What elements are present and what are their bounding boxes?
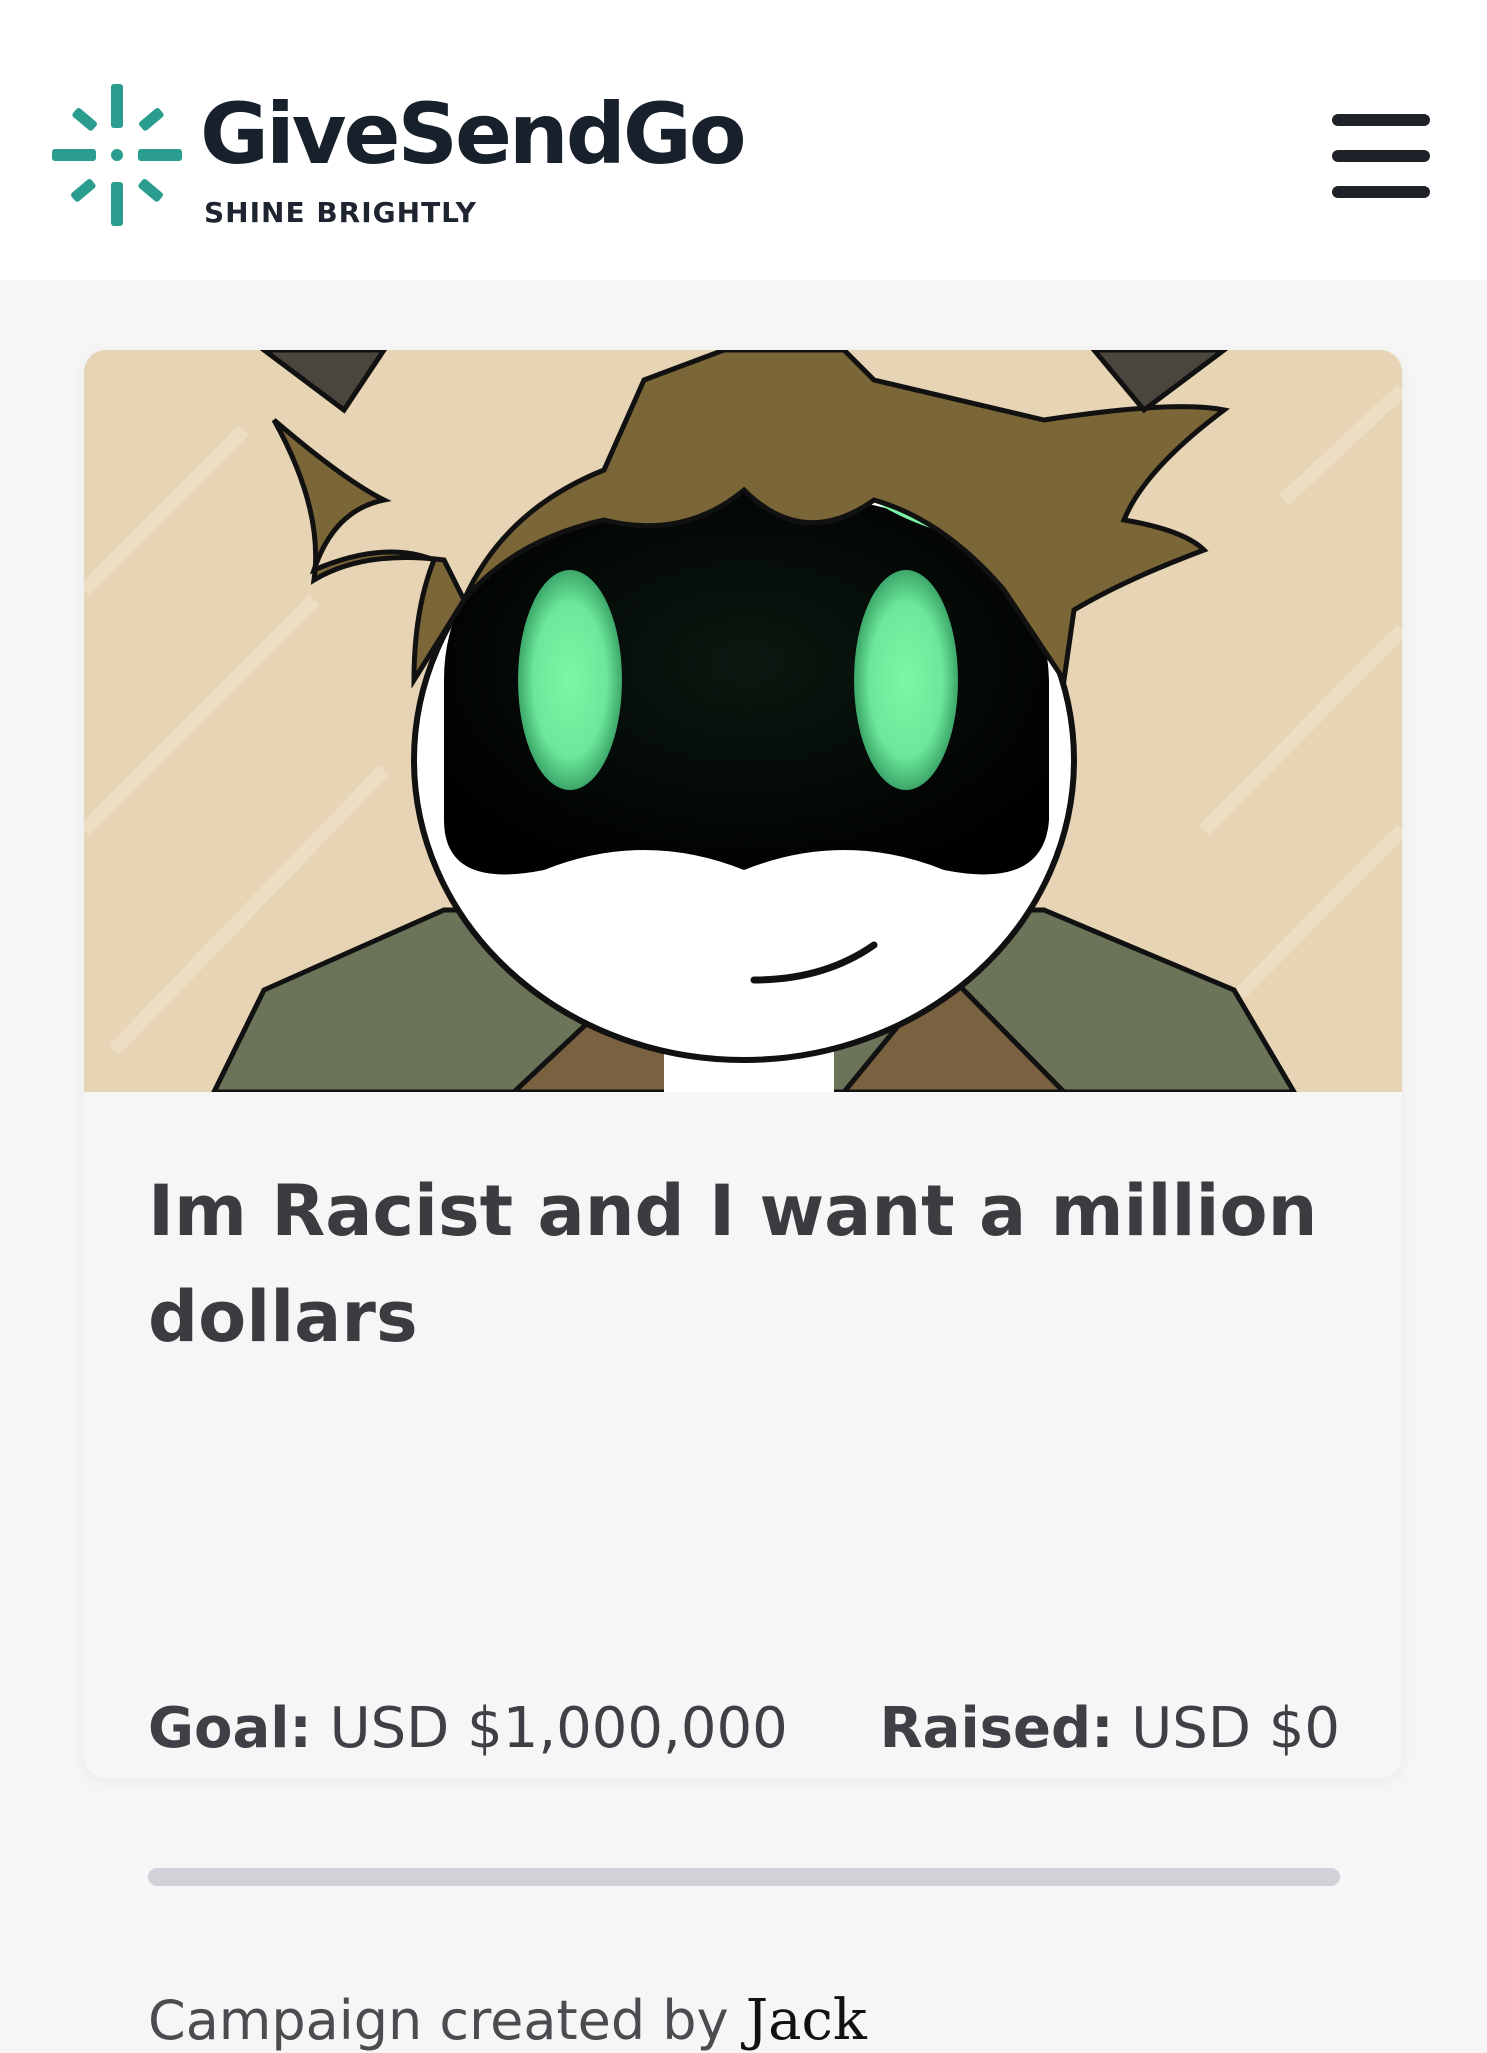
site-header: GiveSendGo SHINE BRIGHTLY [0, 0, 1487, 280]
campaign-image[interactable] [84, 350, 1402, 1092]
creator-prefix: Campaign created by [148, 1989, 729, 2052]
goal-stat: Goal: USD $1,000,000 [148, 1696, 788, 1761]
goal-label: Goal: [148, 1696, 312, 1761]
campaign-creator: Campaign created by Jack [148, 1988, 867, 2053]
sparkle-burst-icon [52, 84, 182, 226]
site-logo[interactable]: GiveSendGo SHINE BRIGHTLY [52, 84, 752, 234]
campaign-title[interactable]: Im Racist and I want a million dollars [148, 1158, 1328, 1370]
campaign-stats: Goal: USD $1,000,000 Raised: USD $0 [148, 1696, 1340, 1826]
brand-tagline: SHINE BRIGHTLY [204, 196, 477, 229]
brand-name: GiveSendGo [200, 85, 747, 183]
raised-label: Raised: [879, 1696, 1114, 1761]
funding-progress-bar [148, 1868, 1340, 1886]
raised-stat: Raised: USD $0 [880, 1696, 1340, 1761]
hamburger-menu-icon[interactable] [1330, 110, 1434, 202]
goal-value: USD $1,000,000 [329, 1696, 788, 1761]
raised-value: USD $0 [1131, 1696, 1340, 1761]
campaign-card[interactable]: Im Racist and I want a million dollars G… [84, 350, 1402, 2053]
creator-name[interactable]: Jack [746, 1988, 867, 2053]
